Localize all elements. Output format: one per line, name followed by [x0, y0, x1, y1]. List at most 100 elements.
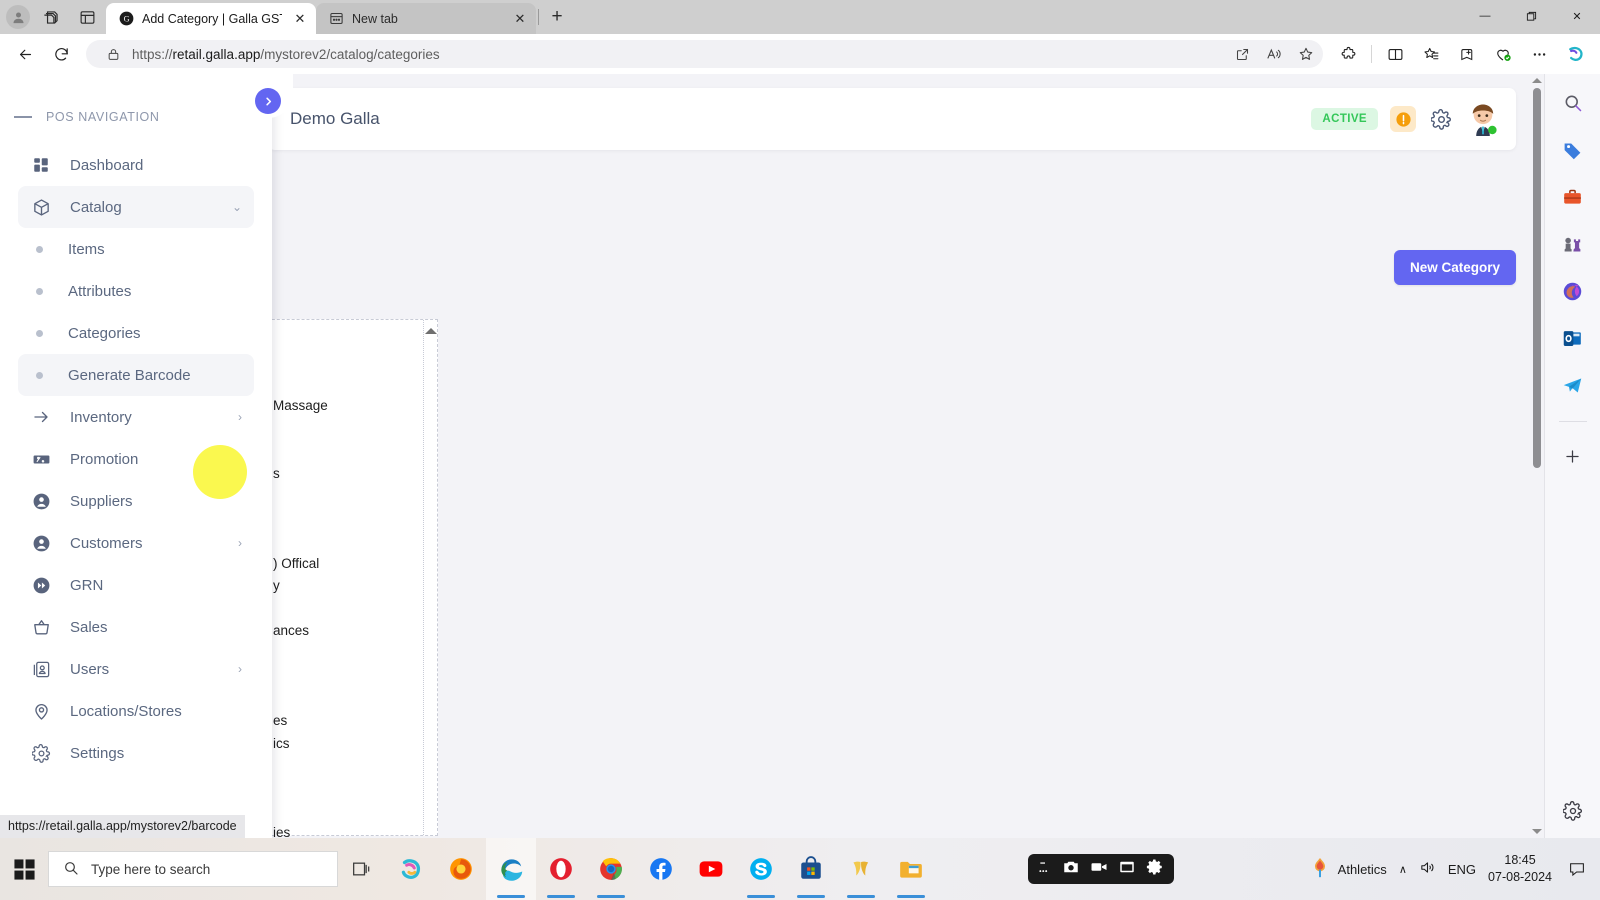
- taskbar-copilot-icon[interactable]: [386, 838, 436, 900]
- copilot-sidebar-icon[interactable]: [1558, 39, 1592, 69]
- tray-athletics-app[interactable]: Athletics: [1310, 857, 1387, 882]
- app-header: Demo Galla ACTIVE: [268, 88, 1516, 150]
- sidebar-item-sales[interactable]: Sales: [18, 606, 254, 648]
- tools-icon[interactable]: [1556, 180, 1590, 214]
- collapse-dash-icon[interactable]: [14, 116, 32, 118]
- camera-icon[interactable]: [1062, 858, 1080, 881]
- browser-tab-newtab[interactable]: New tab ✕: [316, 3, 536, 34]
- add-sidebar-icon[interactable]: [1556, 439, 1590, 473]
- athletics-label: Athletics: [1337, 861, 1387, 877]
- sidebar-item-grn[interactable]: GRN: [18, 564, 254, 606]
- back-button[interactable]: [8, 39, 42, 69]
- notification-icon[interactable]: [1564, 856, 1590, 882]
- sidebar-toggle-button[interactable]: [255, 88, 281, 114]
- close-icon[interactable]: ✕: [290, 9, 310, 29]
- gear-icon[interactable]: [1428, 106, 1454, 132]
- new-tab-button[interactable]: +: [543, 3, 571, 31]
- category-list-rows: Massages) Officalyancesesicsiesl: [263, 320, 437, 838]
- telegram-icon[interactable]: [1556, 368, 1590, 402]
- alert-exclamation-icon[interactable]: [1390, 106, 1416, 132]
- taskbar-app-list: [386, 838, 936, 900]
- taskbar-youtube-icon[interactable]: [686, 838, 736, 900]
- tab-actions-icon[interactable]: [72, 3, 102, 31]
- user-avatar[interactable]: [1466, 102, 1500, 136]
- page-scrollbar[interactable]: [1530, 74, 1544, 838]
- more-options-icon[interactable]: [1522, 39, 1556, 69]
- sidebar-item-dashboard[interactable]: Dashboard: [18, 144, 254, 186]
- extensions-icon[interactable]: [1331, 39, 1365, 69]
- sidebar-item-users[interactable]: Users ›: [18, 648, 254, 690]
- taskbar-microsoft-store-icon[interactable]: [786, 838, 836, 900]
- games-icon[interactable]: [1556, 227, 1590, 261]
- windows-taskbar: Type here to search Athletics ∧ ENG 18:4…: [0, 838, 1600, 900]
- open-in-app-icon[interactable]: [1229, 42, 1255, 66]
- discount-icon: [30, 450, 52, 469]
- outlook-icon[interactable]: [1556, 321, 1590, 355]
- windows-start-icon[interactable]: [0, 838, 48, 900]
- taskbar-opera-icon[interactable]: [536, 838, 586, 900]
- video-icon[interactable]: [1090, 858, 1108, 881]
- copilot-icon[interactable]: [36, 3, 66, 31]
- task-view-icon[interactable]: [338, 838, 386, 900]
- browser-toolbar: https://retail.galla.app/mystorev2/catal…: [0, 34, 1600, 74]
- profile-icon[interactable]: [6, 5, 30, 29]
- scroll-up-arrow-icon[interactable]: [425, 328, 437, 334]
- sidebar-item-label: Settings: [70, 744, 125, 762]
- read-aloud-icon[interactable]: [1261, 42, 1287, 66]
- sidebar-item-categories[interactable]: Categories: [18, 312, 254, 354]
- tabstrip-left-icons: [0, 0, 106, 34]
- taskbar-skype-icon[interactable]: [736, 838, 786, 900]
- capture-dots-icon[interactable]: [1038, 860, 1052, 879]
- sidebar-item-items[interactable]: Items: [18, 228, 254, 270]
- sidebar-item-inventory[interactable]: Inventory ›: [18, 396, 254, 438]
- browser-essentials-icon[interactable]: [1486, 39, 1520, 69]
- box-icon: [30, 198, 52, 217]
- taskbar-winrar-icon[interactable]: [836, 838, 886, 900]
- taskbar-firefox-icon[interactable]: [436, 838, 486, 900]
- close-button[interactable]: ✕: [1554, 0, 1600, 32]
- scroll-down-arrow-icon[interactable]: [1532, 829, 1542, 834]
- sidebar-item-settings[interactable]: Settings: [18, 732, 254, 774]
- sidebar-item-attributes[interactable]: Attributes: [18, 270, 254, 312]
- gear-icon[interactable]: [1146, 858, 1164, 881]
- search-icon: [63, 860, 79, 879]
- sidebar-item-label: Items: [68, 240, 105, 258]
- taskbar-chrome-icon[interactable]: [586, 838, 636, 900]
- browser-tab-active[interactable]: G Add Category | Galla GST - Inven ✕: [106, 3, 316, 34]
- taskbar-file-explorer-icon[interactable]: [886, 838, 936, 900]
- scroll-up-arrow-icon[interactable]: [1532, 78, 1542, 83]
- favorite-star-icon[interactable]: [1293, 42, 1319, 66]
- window-icon[interactable]: [1118, 858, 1136, 881]
- category-row-text: y: [273, 578, 280, 593]
- window-controls: — ✕: [1462, 0, 1600, 34]
- split-screen-icon[interactable]: [1378, 39, 1412, 69]
- search-input[interactable]: Type here to search: [48, 851, 338, 887]
- microsoft365-icon[interactable]: [1556, 274, 1590, 308]
- address-bar[interactable]: https://retail.galla.app/mystorev2/catal…: [86, 40, 1323, 68]
- minimize-button[interactable]: —: [1462, 0, 1508, 32]
- language-indicator[interactable]: ENG: [1448, 862, 1476, 877]
- close-icon[interactable]: ✕: [510, 9, 530, 29]
- sidebar-item-generate-barcode[interactable]: Generate Barcode: [18, 354, 254, 396]
- taskbar-facebook-icon[interactable]: [636, 838, 686, 900]
- show-hidden-icons-icon[interactable]: ∧: [1399, 863, 1407, 876]
- category-row-text: ics: [273, 736, 290, 751]
- sidebar-item-catalog[interactable]: Catalog ⌄: [18, 186, 254, 228]
- collections-star-icon[interactable]: [1414, 39, 1448, 69]
- new-category-button[interactable]: New Category: [1393, 250, 1516, 285]
- maximize-button[interactable]: [1508, 0, 1554, 32]
- sidebar-item-customers[interactable]: Customers ›: [18, 522, 254, 564]
- person-circle-icon: [30, 534, 52, 553]
- reload-button[interactable]: [44, 39, 78, 69]
- shopping-tag-icon[interactable]: [1556, 133, 1590, 167]
- sidebar-item-label: Categories: [68, 324, 141, 342]
- sidebar-item-locations-stores[interactable]: Locations/Stores: [18, 690, 254, 732]
- sidebar-settings-icon[interactable]: [1556, 794, 1590, 828]
- add-to-collections-icon[interactable]: [1450, 39, 1484, 69]
- clock[interactable]: 18:45 07-08-2024: [1488, 852, 1552, 886]
- search-icon[interactable]: [1556, 86, 1590, 120]
- panel-scrollbar[interactable]: [423, 320, 437, 835]
- taskbar-edge-icon[interactable]: [486, 838, 536, 900]
- speaker-icon[interactable]: [1419, 859, 1436, 879]
- scrollbar-thumb[interactable]: [1533, 88, 1541, 468]
